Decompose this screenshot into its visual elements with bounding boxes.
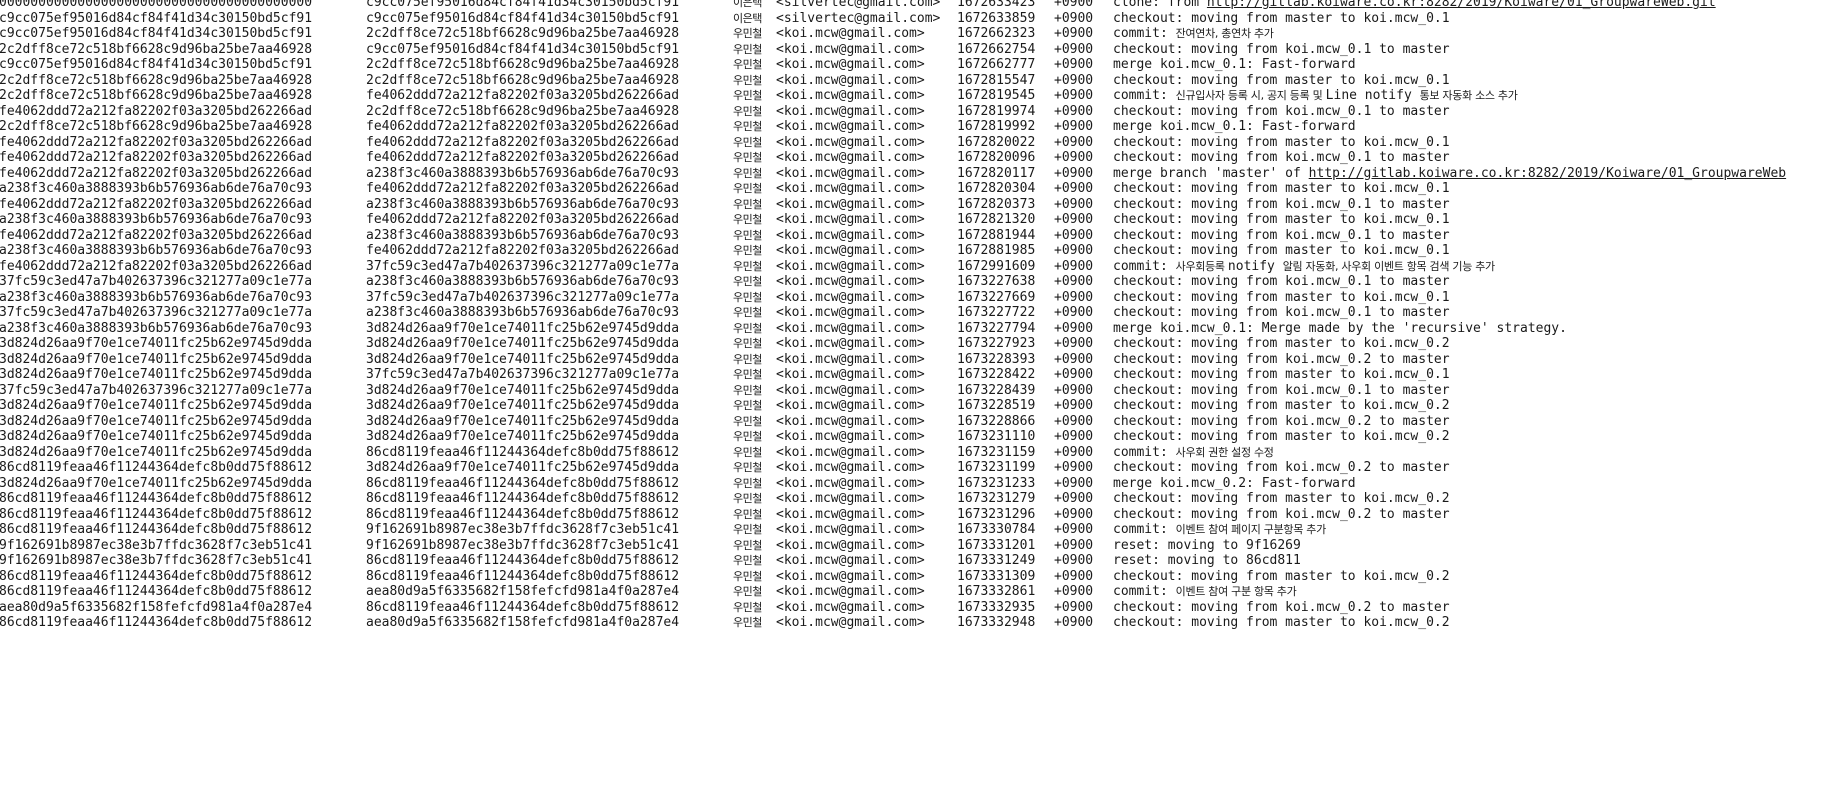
- message-text: 잔여연차, 총연차 추가: [1175, 27, 1274, 40]
- reflog-view: 0000000000000000000000000000000000000000…: [0, 0, 1823, 795]
- message-text: clone: from: [1113, 0, 1207, 10]
- message-text: commit:: [1113, 26, 1176, 41]
- new-hash: aea80d9a5f6335682f158fefcfd981a4f0a287e4: [366, 615, 680, 630]
- author-email: <koi.mcw@gmail.com>: [776, 615, 925, 630]
- message-text: checkout: moving from master to koi.mcw_…: [1113, 491, 1450, 506]
- message-text: checkout: moving from koi.mcw_0.1 to mas…: [1113, 150, 1450, 165]
- message-text: 이벤트 참여 페이지 구분항목 추가: [1175, 523, 1327, 536]
- reflog-message: checkout: moving from master to koi.mcw_…: [1113, 614, 1450, 632]
- message-text: checkout: moving from koi.mcw_0.1 to mas…: [1113, 227, 1450, 243]
- message-text: Line notify: [1325, 88, 1420, 103]
- message-text: checkout: moving from koi.mcw_0.1 to mas…: [1113, 41, 1450, 57]
- message-text: 알림 자동화, 사우회 이벤트 항목 검색 기능 추가: [1282, 259, 1495, 273]
- message-text: checkout: moving from master to koi.mcw_…: [1113, 243, 1450, 258]
- message-text: checkout: moving from master to koi.mcw_…: [1113, 10, 1450, 26]
- message-text: merge branch 'master' of: [1113, 165, 1309, 181]
- timestamp: 1673332948: [957, 615, 1036, 630]
- message-text: checkout: moving from master to koi.mcw_…: [1113, 568, 1450, 584]
- message-text: checkout: moving from master to koi.mcw_…: [1113, 134, 1450, 150]
- message-text: 사우회 권한 설정 수정: [1175, 445, 1274, 459]
- message-text: checkout: moving from koi.mcw_0.2 to mas…: [1113, 506, 1450, 522]
- repository-url-link[interactable]: http://gitlab.koiware.co.kr:8282/2019/Ko…: [1207, 0, 1716, 10]
- message-text: checkout: moving from koi.mcw_0.1 to mas…: [1113, 274, 1450, 289]
- message-text: checkout: moving from koi.mcw_0.2 to mas…: [1113, 599, 1450, 615]
- repository-url-link[interactable]: http://gitlab.koiware.co.kr:8282/2019/Ko…: [1309, 166, 1786, 181]
- message-text: checkout: moving from koi.mcw_0.1 to mas…: [1113, 103, 1450, 119]
- message-text: 이벤트 참여 구분 항목 추가: [1175, 585, 1297, 598]
- message-text: merge koi.mcw_0.2: Fast-forward: [1113, 475, 1356, 491]
- message-text: checkout: moving from koi.mcw_0.2 to mas…: [1113, 413, 1450, 429]
- old-hash: 86cd8119feaa46f11244364defc8b0dd75f88612: [0, 615, 313, 630]
- message-text: commit:: [1113, 88, 1176, 103]
- message-text: commit:: [1113, 444, 1176, 460]
- message-text: checkout: moving from master to koi.mcw_…: [1113, 289, 1450, 305]
- message-text: 신규입사자 등록 시, 공지 등록 및: [1175, 89, 1326, 102]
- message-text: merge koi.mcw_0.1: Merge made by the 're…: [1113, 320, 1567, 336]
- message-text: checkout: moving from master to koi.mcw_…: [1113, 398, 1450, 413]
- message-text: merge koi.mcw_0.1: Fast-forward: [1113, 57, 1356, 72]
- message-text: checkout: moving from master to koi.mcw_…: [1113, 615, 1450, 630]
- message-text: checkout: moving from master to koi.mcw_…: [1113, 181, 1450, 196]
- message-text: commit:: [1113, 258, 1176, 274]
- message-text: checkout: moving from master to koi.mcw_…: [1113, 212, 1450, 227]
- message-text: reset: moving to 86cd811: [1113, 553, 1301, 568]
- message-text: 통보 자동화 소스 추가: [1419, 89, 1518, 102]
- message-text: commit:: [1113, 584, 1176, 599]
- message-text: merge koi.mcw_0.1: Fast-forward: [1113, 119, 1356, 134]
- message-text: checkout: moving from koi.mcw_0.2 to mas…: [1113, 351, 1450, 367]
- message-text: 사우회등록: [1175, 259, 1228, 273]
- message-text: checkout: moving from koi.mcw_0.1 to mas…: [1113, 305, 1450, 320]
- message-text: notify: [1227, 258, 1283, 274]
- message-text: checkout: moving from koi.mcw_0.1 to mas…: [1113, 196, 1450, 212]
- message-text: checkout: moving from master to koi.mcw_…: [1113, 367, 1450, 382]
- message-text: reset: moving to 9f16269: [1113, 537, 1301, 553]
- message-text: checkout: moving from koi.mcw_0.2 to mas…: [1113, 460, 1450, 475]
- message-text: commit:: [1113, 522, 1176, 537]
- timezone: +0900: [1054, 615, 1094, 630]
- message-text: checkout: moving from master to koi.mcw_…: [1113, 336, 1450, 351]
- author-name: 우민철: [733, 616, 762, 629]
- message-text: checkout: moving from master to koi.mcw_…: [1113, 72, 1450, 88]
- message-text: checkout: moving from koi.mcw_0.1 to mas…: [1113, 382, 1450, 398]
- message-text: checkout: moving from master to koi.mcw_…: [1113, 429, 1450, 444]
